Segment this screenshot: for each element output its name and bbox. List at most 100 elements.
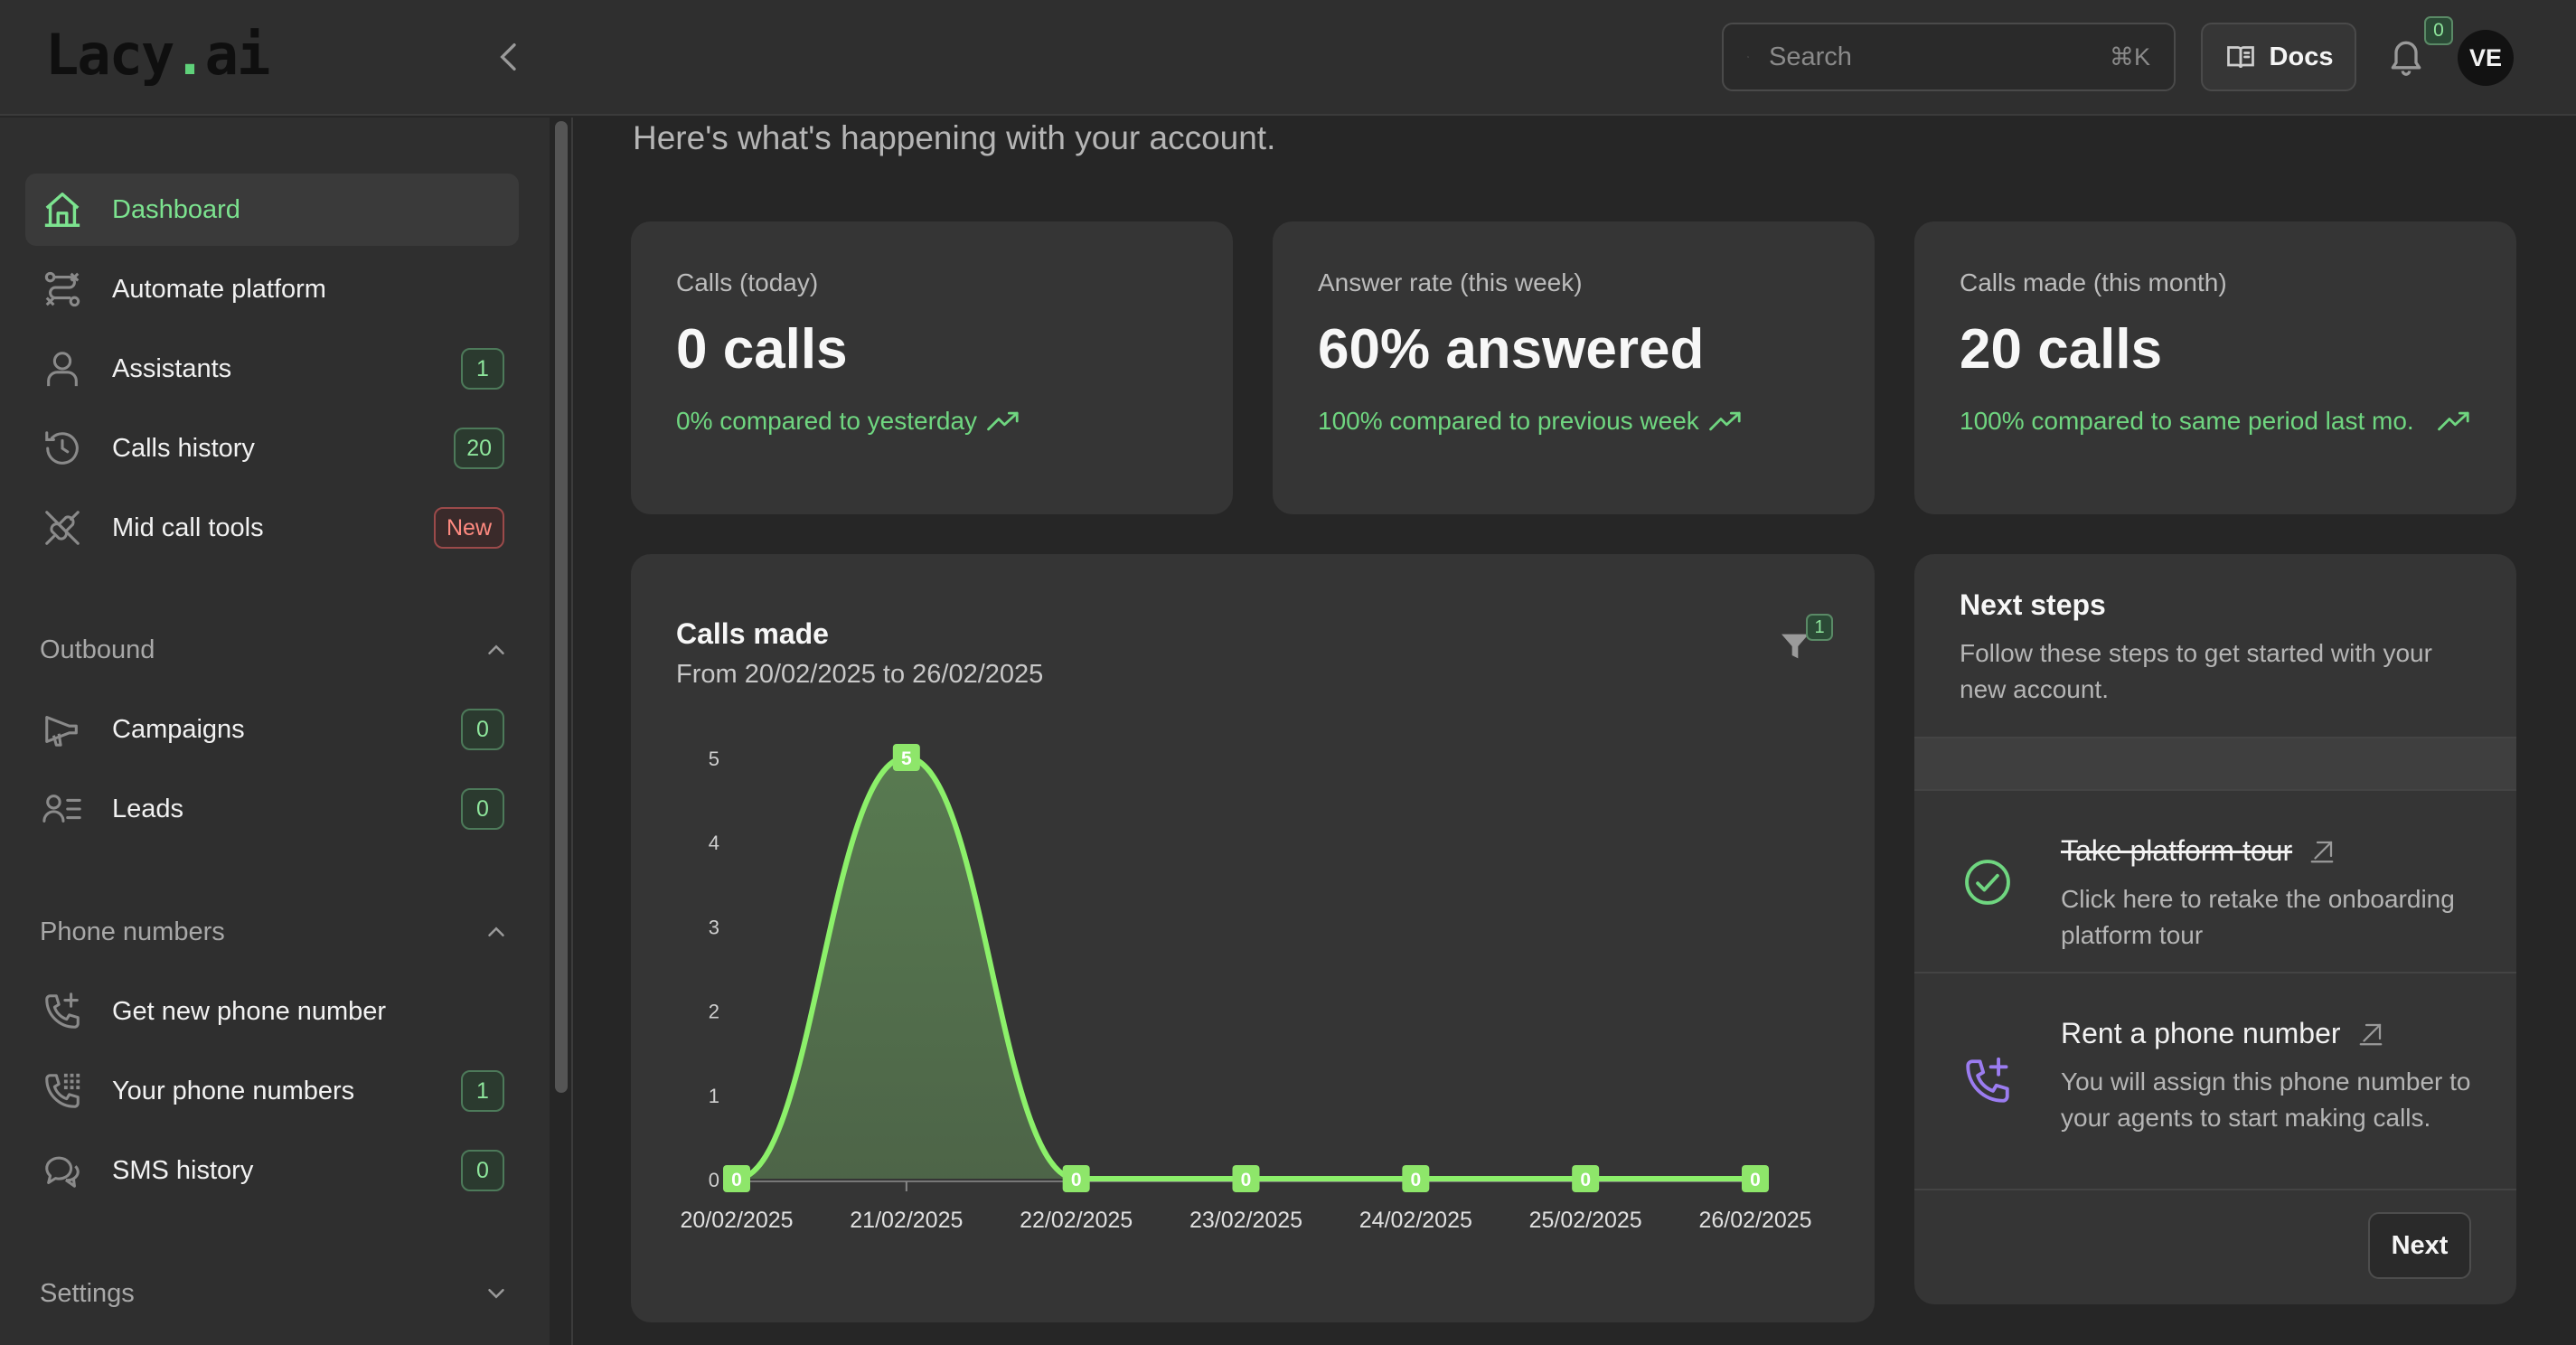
collapse-sidebar-button[interactable]	[492, 36, 528, 78]
sidebar-item-leads[interactable]: Leads 0	[25, 773, 519, 845]
step-title: Rent a phone number	[2061, 1017, 2384, 1050]
calls-made-chart-card: 0 1 2 3 4 5 20/02/2025 21/02/2025 22/02/2025 23/0…	[631, 554, 1875, 1322]
stat-value: 0 calls	[676, 318, 848, 381]
y-tick-label: 1	[709, 1085, 719, 1107]
check-circle-icon	[1965, 860, 2010, 905]
next-steps-title: Next steps	[1960, 588, 2106, 621]
avatar[interactable]: VE	[2458, 30, 2514, 86]
stat-compare-text: 0% compared to yesterday	[676, 407, 978, 435]
external-link-icon[interactable]	[2357, 1021, 2384, 1048]
x-tick-label: 24/02/2025	[1359, 1208, 1472, 1233]
y-tick-label: 0	[709, 1169, 719, 1191]
next-steps-card: Next steps Follow these steps to get sta…	[1914, 554, 2516, 1304]
stat-compare-text: 100% compared to same period last mo.	[1960, 407, 2414, 435]
chevron-up-icon	[488, 926, 504, 936]
step-description: Click here to retake the onboarding plat…	[2061, 885, 2455, 949]
filter-count-badge: 1	[1806, 614, 1833, 641]
trending-up-icon	[2438, 411, 2469, 431]
sidebar-item-label: Dashboard	[112, 194, 240, 224]
app-logo[interactable]: Lacy.ai	[45, 22, 271, 88]
stat-compare: 100% compared to previous week	[1318, 403, 1829, 439]
y-tick-label: 2	[709, 1001, 719, 1023]
megaphone-icon	[40, 707, 85, 752]
sidebar-item-label: Leads	[112, 794, 184, 823]
section-header-settings[interactable]: Settings	[40, 1271, 510, 1316]
next-button[interactable]: Next	[2368, 1212, 2471, 1279]
calls-history-count-badge: 20	[454, 428, 504, 469]
search-shortcut: ⌘K	[2109, 42, 2150, 71]
trending-up-icon	[1708, 411, 1741, 431]
sidebar-item-label: Calls history	[112, 433, 255, 463]
phone-plus-icon	[1966, 1057, 2009, 1103]
stat-label: Calls made (this month)	[1960, 268, 2227, 296]
sidebar-item-automate-platform[interactable]: Automate platform	[25, 253, 519, 325]
stat-value: 20 calls	[1960, 318, 2163, 381]
page-subtitle: Here's what's happening with your accoun…	[633, 119, 1276, 156]
stat-label: Answer rate (this week)	[1318, 268, 1583, 296]
user-icon	[40, 346, 85, 391]
search-input[interactable]	[1768, 42, 2110, 72]
sidebar-item-label: Automate platform	[112, 274, 326, 304]
search-icon	[1747, 56, 1749, 58]
stat-compare-text: 100% compared to previous week	[1318, 407, 1699, 435]
sidebar-scrollbar-thumb[interactable]	[555, 121, 568, 1093]
stat-label: Calls (today)	[676, 268, 819, 296]
sidebar-item-sms-history[interactable]: SMS history 0	[25, 1134, 519, 1207]
area-fill	[737, 757, 1755, 1179]
step-take-platform-tour[interactable]: Take platform tour Click here to retake …	[1914, 791, 2516, 973]
x-tick-label: 26/02/2025	[1698, 1208, 1811, 1233]
sidebar-item-label: Get new phone number	[112, 996, 387, 1026]
x-tick-label: 20/02/2025	[680, 1208, 793, 1233]
step-title-text: Take platform tour	[2061, 834, 2293, 867]
sidebar-item-label: Mid call tools	[112, 513, 264, 542]
sidebar-item-your-phone-numbers[interactable]: Your phone numbers 1	[25, 1055, 519, 1127]
next-steps-description: Follow these steps to get started with y…	[1960, 639, 2432, 703]
chart-date-range: From 20/02/2025 to 26/02/2025	[676, 660, 1044, 689]
chevron-up-icon	[488, 644, 504, 654]
next-steps-progress	[1914, 737, 2516, 791]
y-tick-label: 5	[709, 748, 719, 770]
sidebar: Dashboard Automate platform Assistants 1…	[0, 118, 550, 1345]
data-label: 0	[1580, 1170, 1591, 1190]
logo-text: Lacy	[45, 22, 174, 88]
sidebar-item-assistants[interactable]: Assistants 1	[25, 333, 519, 405]
external-link-icon[interactable]	[2308, 838, 2336, 865]
section-title: Phone numbers	[40, 917, 225, 946]
assistants-count-badge: 1	[461, 348, 504, 390]
data-label: 0	[1241, 1170, 1252, 1190]
data-label: 0	[1071, 1170, 1082, 1190]
leads-count-badge: 0	[461, 788, 504, 830]
logo-dot: .	[173, 22, 206, 88]
section-header-outbound[interactable]: Outbound	[40, 627, 510, 672]
bell-icon[interactable]	[2386, 34, 2426, 78]
search-box[interactable]: ⌘K	[1722, 23, 2176, 91]
stat-compare: 100% compared to same period last mo.	[1960, 403, 2471, 439]
docs-button[interactable]: Docs	[2201, 23, 2356, 91]
sidebar-item-calls-history[interactable]: Calls history 20	[25, 412, 519, 484]
book-icon	[2226, 46, 2254, 69]
sidebar-item-label: Assistants	[112, 353, 232, 383]
stat-compare: 0% compared to yesterday	[676, 403, 1188, 439]
leads-icon	[40, 786, 85, 832]
section-title: Settings	[40, 1278, 135, 1308]
sidebar-item-label: Campaigns	[112, 714, 245, 744]
campaigns-count-badge: 0	[461, 709, 504, 750]
sidebar-item-dashboard[interactable]: Dashboard	[25, 174, 519, 246]
step-rent-phone-number[interactable]: Rent a phone number You will assign this…	[1914, 973, 2516, 1190]
sidebar-item-get-new-phone-number[interactable]: Get new phone number	[25, 975, 519, 1048]
workflow-icon	[40, 267, 85, 312]
docs-label: Docs	[2269, 42, 2334, 71]
section-header-phone-numbers[interactable]: Phone numbers	[40, 909, 510, 955]
section-title: Outbound	[40, 635, 155, 664]
home-icon	[40, 187, 85, 232]
sidebar-item-campaigns[interactable]: Campaigns 0	[25, 693, 519, 766]
stat-value: 60% answered	[1318, 318, 1705, 381]
phone-plus-icon	[40, 989, 85, 1034]
logo-suffix: ai	[204, 22, 271, 88]
sidebar-item-mid-call-tools[interactable]: Mid call tools New	[25, 492, 519, 564]
data-label: 0	[1410, 1170, 1421, 1190]
x-tick-label: 23/02/2025	[1189, 1208, 1302, 1233]
phone-numbers-count-badge: 1	[461, 1070, 504, 1112]
sms-count-badge: 0	[461, 1150, 504, 1191]
sidebar-item-label: Your phone numbers	[112, 1076, 355, 1105]
